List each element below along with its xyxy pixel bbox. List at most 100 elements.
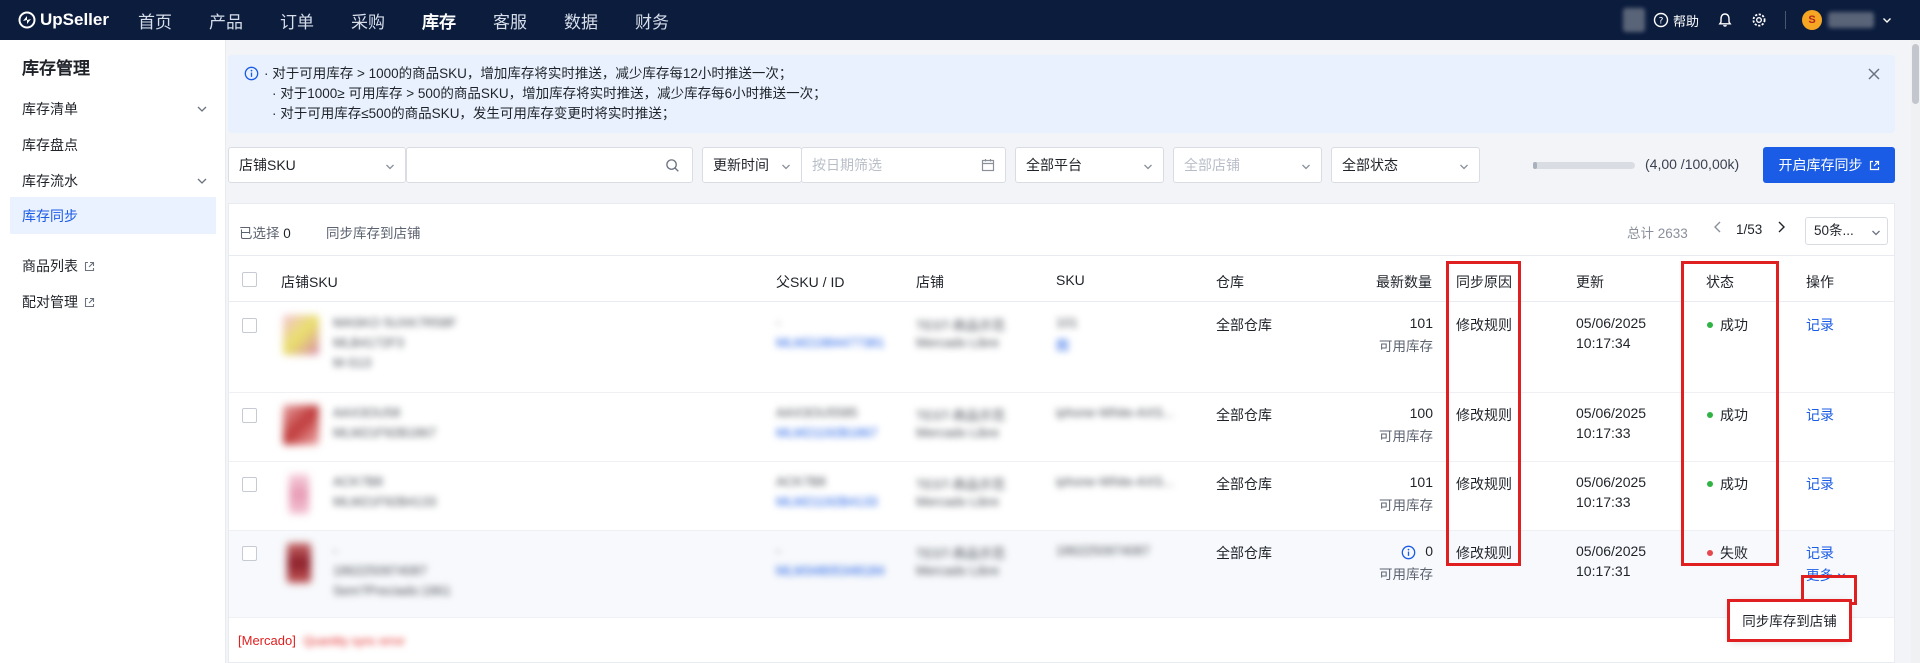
external-link-icon — [1869, 160, 1879, 170]
external-link-icon — [84, 297, 95, 307]
chevron-down-icon — [1144, 164, 1152, 170]
nav-products[interactable]: 产品 — [209, 8, 243, 33]
page-scrollbar[interactable] — [1911, 40, 1920, 663]
redacted-item-id[interactable]: MLM34805348184 — [776, 563, 884, 578]
selected-count: 已选择 0 — [239, 222, 291, 242]
qty-value: 0 — [1425, 543, 1433, 559]
brand-logo[interactable]: UpSeller — [18, 10, 138, 30]
search-icon[interactable] — [665, 158, 680, 173]
avatar[interactable]: S — [1802, 10, 1822, 30]
nav-data[interactable]: 数据 — [564, 8, 598, 33]
record-link[interactable]: 记录 — [1806, 315, 1834, 335]
info-icon — [244, 66, 259, 81]
sidebar-item-label: 库存流水 — [22, 173, 78, 189]
row-checkbox[interactable] — [242, 477, 257, 492]
platform-tag-text: [Mercado] — [238, 633, 296, 648]
redacted-store-sku: MASKO 5UXK7R58F — [333, 315, 457, 330]
highlight-status-column — [1681, 261, 1779, 566]
qty-value: 101 — [1409, 474, 1433, 490]
record-link[interactable]: 记录 — [1806, 474, 1834, 494]
search-input[interactable] — [406, 147, 693, 183]
redacted-product-name: 1862250974087 — [333, 563, 427, 578]
platform-select[interactable]: 全部平台 — [1015, 147, 1164, 183]
page-size-select[interactable]: 50条... — [1805, 217, 1888, 245]
svg-text:?: ? — [1659, 17, 1664, 27]
sidebar-item-inventory-sync[interactable]: 库存同步 — [10, 197, 216, 234]
chevron-left-icon[interactable] — [1711, 220, 1725, 234]
close-icon[interactable] — [1867, 67, 1881, 81]
product-thumbnail — [283, 405, 319, 445]
date-range-picker[interactable]: 按日期筛选 — [801, 147, 1006, 183]
redacted-parent-sku: - — [776, 315, 781, 330]
qty-label: 可用库存 — [1379, 429, 1433, 444]
scrollbar-thumb[interactable] — [1912, 44, 1919, 104]
page-indicator: 1/53 — [1736, 222, 1763, 237]
nav-home[interactable]: 首页 — [138, 8, 172, 33]
redacted-sku: 1862250974087 — [1056, 543, 1150, 558]
time-type-select[interactable]: 更新时间 — [702, 147, 802, 183]
sku-type-select[interactable]: 店铺SKU — [228, 147, 406, 183]
record-link[interactable]: 记录 — [1806, 405, 1834, 425]
chevron-down-icon — [1460, 164, 1468, 170]
product-thumbnail — [289, 474, 309, 514]
select-all-checkbox[interactable] — [242, 272, 257, 287]
sidebar-item-label: 库存清单 — [22, 101, 78, 117]
col-parent-sku: 父SKU / ID — [776, 274, 845, 290]
bell-icon[interactable] — [1717, 12, 1733, 28]
date-placeholder: 按日期筛选 — [812, 157, 882, 173]
warehouse-value: 全部仓库 — [1216, 317, 1272, 333]
record-link[interactable]: 记录 — [1806, 543, 1834, 563]
chevron-right-icon[interactable] — [1774, 220, 1788, 234]
redacted-sku: 101 — [1056, 315, 1078, 330]
total-count: 总计 2633 — [1627, 226, 1688, 241]
chevron-down-icon — [782, 164, 790, 170]
sidebar-item-label: 库存盘点 — [22, 137, 78, 153]
help-link[interactable]: ? 帮助 — [1653, 11, 1699, 30]
update-time: 10:17:33 — [1576, 494, 1631, 510]
time-type-value: 更新时间 — [713, 157, 769, 173]
sidebar-item-inventory-flow[interactable]: 库存流水 — [10, 164, 216, 198]
table-row: AAX3OU58 MLM21F92B1867 AAX3OU5585 MLM211… — [229, 393, 1894, 462]
bulk-sync-button[interactable]: 同步库存到店铺 — [326, 222, 421, 242]
chevron-down-icon — [1302, 164, 1310, 170]
qty-label: 可用库存 — [1379, 498, 1433, 513]
redacted-item-id[interactable]: MLM21192B4133 — [776, 494, 878, 509]
sidebar-title: 库存管理 — [22, 59, 90, 78]
row-checkbox[interactable] — [242, 546, 257, 561]
update-date: 05/06/2025 — [1576, 315, 1647, 331]
page-size-value: 50条... — [1814, 223, 1854, 238]
nav-inventory[interactable]: 库存 — [422, 8, 456, 33]
col-store: 店铺 — [916, 274, 944, 290]
row-checkbox[interactable] — [242, 408, 257, 423]
redacted-product-name: MLB4172F3 — [333, 335, 404, 350]
sidebar-item-product-list[interactable]: 商品列表 — [10, 249, 216, 283]
nav-purchase[interactable]: 采购 — [351, 8, 385, 33]
col-latest-qty: 最新数量 — [1376, 274, 1432, 290]
table-row: MASKO 5UXK7R58F MLB4172F3 M-S13 - MLM219… — [229, 303, 1894, 393]
redacted-item-id[interactable]: MLM21984477381 — [776, 335, 884, 350]
sidebar-item-inventory-list[interactable]: 库存清单 — [10, 92, 216, 126]
store-select[interactable]: 全部店铺 — [1173, 147, 1322, 183]
sidebar-item-stocktake[interactable]: 库存盘点 — [10, 128, 216, 162]
redacted-error-message: Quantity sync error — [303, 634, 405, 648]
qty-label: 可用库存 — [1379, 339, 1433, 354]
redacted-store-name: TEST-商品示范 — [916, 408, 1005, 423]
redacted-store-site: Mercado Libre — [916, 425, 1000, 440]
nav-customer-service[interactable]: 客服 — [493, 8, 527, 33]
redacted-store-site: Mercado Libre — [916, 494, 1000, 509]
update-time: 10:17:34 — [1576, 335, 1631, 351]
row-checkbox[interactable] — [242, 318, 257, 333]
redacted-item-id[interactable]: MLM21192B1867 — [776, 425, 878, 440]
product-thumbnail — [287, 543, 311, 583]
status-select[interactable]: 全部状态 — [1331, 147, 1480, 183]
product-thumbnail — [283, 315, 319, 355]
redacted-sku-tag: 图 — [1056, 338, 1070, 353]
gear-icon[interactable] — [1751, 12, 1767, 28]
table-header: 店铺SKU 父SKU / ID 店铺 SKU 仓库 最新数量 同步原因 更新 状… — [229, 257, 1894, 302]
nav-finance[interactable]: 财务 — [635, 8, 669, 33]
enable-sync-button[interactable]: 开启库存同步 — [1763, 147, 1895, 183]
sidebar-item-pairing[interactable]: 配对管理 — [10, 285, 216, 319]
redacted-variant: M-S13 — [333, 355, 372, 370]
nav-orders[interactable]: 订单 — [280, 8, 314, 33]
chevron-down-icon[interactable] — [1882, 15, 1892, 25]
